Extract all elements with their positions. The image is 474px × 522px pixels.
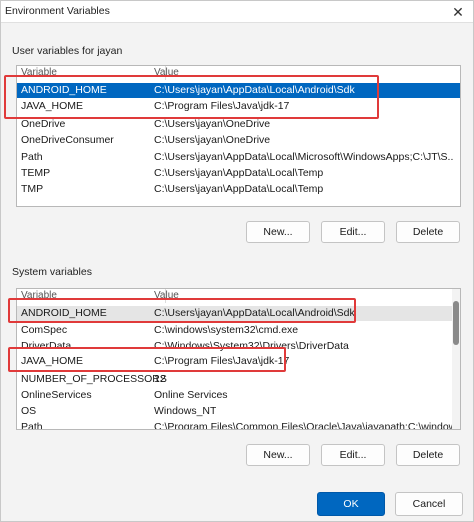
row-value: C:\Program Files\Java\jdk-17 [154,100,290,112]
column-variable[interactable]: Variable [21,290,57,301]
row-value: C:\Users\jayan\OneDrive [154,134,271,146]
window-title: Environment Variables [5,5,110,17]
row-variable: Path [21,421,43,430]
row-value: C:\Users\jayan\OneDrive [154,118,271,130]
row-value: C:\Program Files\Java\jdk-17 [154,355,290,367]
table-row[interactable]: ANDROID_HOME C:\Users\jayan\AppData\Loca… [17,83,460,98]
row-variable: TMP [21,183,44,195]
ok-button[interactable]: OK [317,492,385,516]
user-new-button[interactable]: New... [246,221,310,243]
cancel-button[interactable]: Cancel [395,492,463,516]
table-row[interactable]: JAVA_HOME C:\Program Files\Java\jdk-17 [17,99,460,114]
table-row[interactable]: Path C:\Program Files\Common Files\Oracl… [17,420,460,430]
row-variable: ANDROID_HOME [21,307,107,319]
row-variable: NUMBER_OF_PROCESSORS [21,373,167,385]
table-row[interactable]: OnlineServices Online Services [17,388,460,403]
table-row[interactable]: ANDROID_HOME C:\Users\jayan\AppData\Loca… [17,306,460,321]
row-variable: OnlineServices [21,389,92,401]
column-variable[interactable]: Variable [21,67,57,78]
table-row[interactable]: DriverData C:\Windows\System32\Drivers\D… [17,339,460,354]
row-value: C:\Users\jayan\AppData\Local\Microsoft\W… [154,151,454,163]
user-variables-list[interactable]: Variable Value ANDROID_HOME C:\Users\jay… [16,65,461,207]
system-variables-list[interactable]: Variable Value ANDROID_HOME C:\Users\jay… [16,288,461,430]
table-row[interactable]: Path C:\Users\jayan\AppData\Local\Micros… [17,150,460,165]
row-value: C:\Users\jayan\AppData\Local\Temp [154,183,324,195]
table-row[interactable]: TEMP C:\Users\jayan\AppData\Local\Temp [17,166,460,181]
close-icon[interactable]: ✕ [449,3,467,21]
row-variable: OS [21,405,37,417]
user-delete-button[interactable]: Delete [396,221,460,243]
user-variables-header: Variable Value [17,66,460,80]
row-value: Online Services [154,389,228,401]
table-row[interactable]: TMP C:\Users\jayan\AppData\Local\Temp [17,182,460,197]
system-variables-label: System variables [12,266,92,278]
row-value: C:\Windows\System32\Drivers\DriverData [154,340,349,352]
row-variable: TEMP [21,167,51,179]
user-variables-label: User variables for jayan [12,45,123,57]
user-edit-button[interactable]: Edit... [321,221,385,243]
table-row[interactable]: OneDriveConsumer C:\Users\jayan\OneDrive [17,133,460,148]
row-variable: OneDriveConsumer [21,134,114,146]
row-variable: Path [21,151,43,163]
column-value[interactable]: Value [154,67,179,78]
row-value: 12 [154,373,166,385]
row-variable: DriverData [21,340,72,352]
scroll-thumb[interactable] [453,301,459,345]
system-edit-button[interactable]: Edit... [321,444,385,466]
row-value: C:\Users\jayan\AppData\Local\Android\Sdk [154,84,355,96]
system-variables-scrollbar[interactable] [452,289,460,429]
row-variable: JAVA_HOME [21,100,84,112]
row-variable: ComSpec [21,324,68,336]
title-bar[interactable]: Environment Variables ✕ [1,1,473,23]
row-value: C:\windows\system32\cmd.exe [154,324,299,336]
table-row[interactable]: NUMBER_OF_PROCESSORS 12 [17,372,460,387]
column-value[interactable]: Value [154,290,179,301]
row-variable: OneDrive [21,118,66,130]
row-value: C:\Users\jayan\AppData\Local\Android\Sdk [154,307,355,319]
row-variable: ANDROID_HOME [21,84,107,96]
row-variable: JAVA_HOME [21,355,84,367]
table-row[interactable]: OneDrive C:\Users\jayan\OneDrive [17,117,460,132]
environment-variables-dialog: Environment Variables ✕ User variables f… [0,0,474,522]
system-new-button[interactable]: New... [246,444,310,466]
row-value: C:\Program Files\Common Files\Oracle\Jav… [154,421,454,430]
row-value: Windows_NT [154,405,217,417]
system-variables-header: Variable Value [17,289,460,303]
system-delete-button[interactable]: Delete [396,444,460,466]
table-row[interactable]: OS Windows_NT [17,404,460,419]
row-value: C:\Users\jayan\AppData\Local\Temp [154,167,324,179]
table-row[interactable]: JAVA_HOME C:\Program Files\Java\jdk-17 [17,354,460,369]
table-row[interactable]: ComSpec C:\windows\system32\cmd.exe [17,323,460,338]
